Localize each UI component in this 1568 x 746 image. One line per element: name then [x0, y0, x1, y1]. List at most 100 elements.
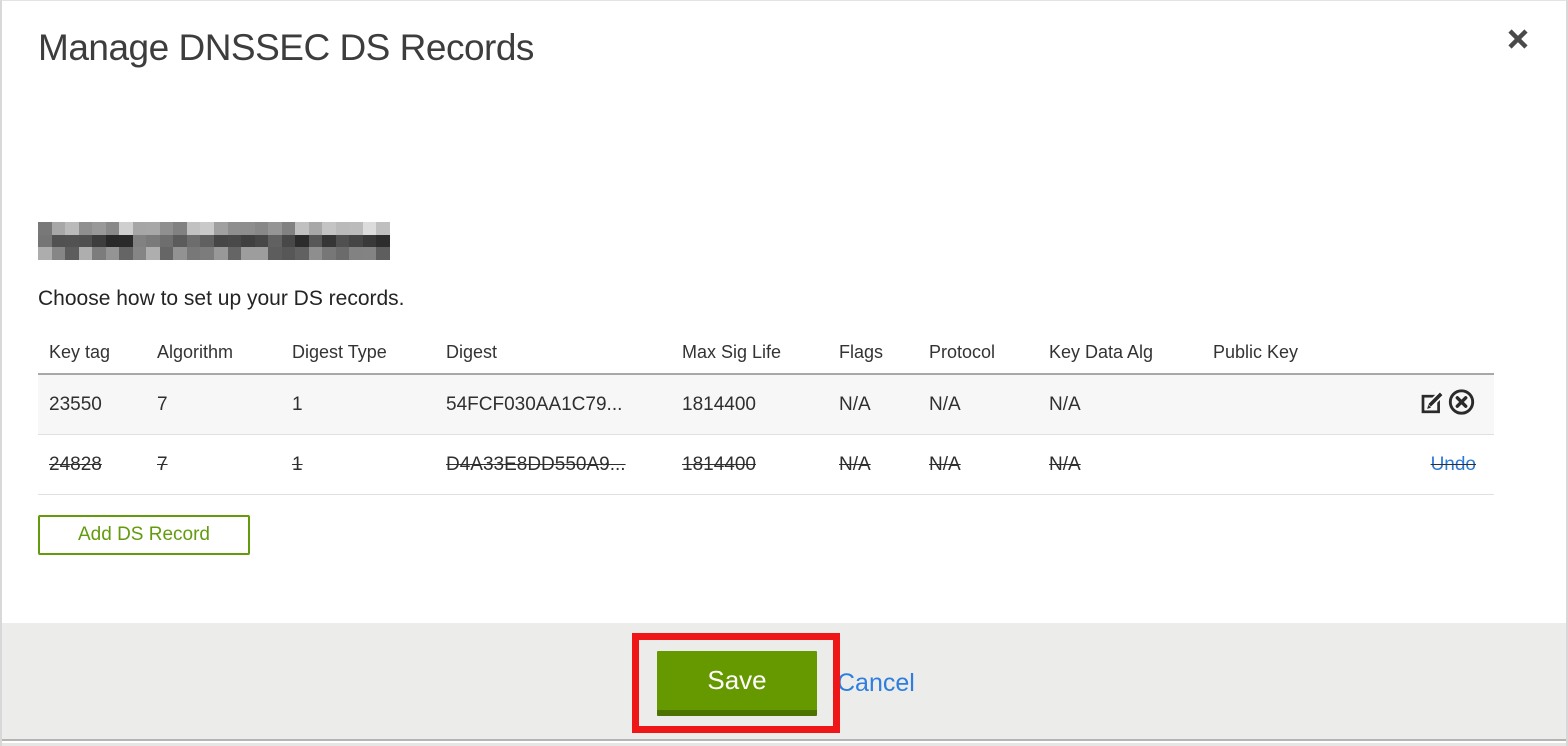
redaction-pixel: [200, 234, 214, 248]
redaction-pixel: [65, 234, 79, 248]
redaction-pixel: [119, 234, 133, 248]
redaction-pixel: [186, 247, 201, 260]
redaction-pixel: [376, 222, 390, 235]
row-actions: Undo: [1343, 454, 1494, 476]
save-button[interactable]: Save: [657, 651, 817, 716]
redaction-pixel: [335, 247, 350, 260]
col-key-data-alg: Key Data Alg: [1049, 341, 1154, 362]
table-row: 23550 7 1 54FCF030AA1C79... 1814400 N/A …: [38, 375, 1494, 435]
redaction-pixel: [200, 247, 214, 260]
redaction-pixel: [268, 234, 282, 248]
redaction-pixel: [92, 234, 106, 248]
redaction-pixel: [92, 247, 106, 260]
redaction-pixel: [92, 222, 106, 235]
col-algorithm: Algorithm: [157, 341, 234, 362]
cell-protocol: N/A: [929, 393, 961, 415]
redaction-pixel: [376, 234, 390, 248]
cell-digest: 54FCF030AA1C79...: [446, 393, 623, 415]
redaction-pixel: [132, 247, 147, 260]
cell-key-data-alg: N/A: [1049, 453, 1081, 475]
redaction-pixel: [308, 247, 323, 260]
redaction-pixel: [241, 247, 255, 260]
col-flags: Flags: [839, 341, 884, 362]
redaction-pixel: [146, 222, 160, 235]
redaction-pixel: [119, 222, 133, 235]
redaction-pixel: [322, 234, 336, 248]
redaction-pixel: [227, 222, 242, 235]
redaction-pixel: [38, 222, 52, 235]
redaction-pixel: [132, 222, 147, 235]
col-max-sig-life: Max Sig Life: [682, 341, 782, 362]
redaction-pixel: [51, 222, 66, 235]
redaction-pixel: [78, 222, 93, 235]
redaction-pixel: [376, 247, 390, 260]
redaction-pixel: [295, 222, 309, 235]
intro-text: Choose how to set up your DS records.: [38, 287, 405, 310]
cancel-link[interactable]: Cancel: [837, 669, 915, 698]
undo-link[interactable]: Undo: [1431, 454, 1476, 475]
close-icon[interactable]: [1500, 21, 1536, 57]
redaction-pixel: [349, 247, 363, 260]
redaction-pixel: [335, 222, 350, 235]
redaction-pixel: [362, 234, 377, 248]
redaction-pixel: [268, 247, 282, 260]
redaction-pixel: [308, 234, 323, 248]
redaction-pixel: [78, 247, 93, 260]
redaction-pixel: [78, 234, 93, 248]
redaction-pixel: [65, 247, 79, 260]
redaction-pixel: [254, 234, 269, 248]
redaction-pixel: [349, 222, 363, 235]
redaction-pixel: [214, 234, 228, 248]
redaction-pixel: [119, 247, 133, 260]
redaction-pixel: [146, 234, 160, 248]
redaction-pixel: [268, 222, 282, 235]
edit-icon[interactable]: [1420, 388, 1447, 421]
manage-dnssec-dialog: Manage DNSSEC DS Records Choose how to s…: [0, 0, 1568, 746]
col-digest: Digest: [446, 341, 498, 362]
redaction-pixel: [51, 247, 66, 260]
redaction-pixel: [241, 234, 255, 248]
redaction-pixel: [281, 222, 296, 235]
redaction-pixel: [38, 234, 52, 248]
redaction-pixel: [362, 247, 377, 260]
dialog-title: Manage DNSSEC DS Records: [38, 27, 534, 68]
redaction-pixel: [308, 222, 323, 235]
redaction-pixel: [65, 222, 79, 235]
redaction-pixel: [295, 247, 309, 260]
col-protocol: Protocol: [929, 341, 996, 362]
cell-digest: D4A33E8DD550A9...: [446, 453, 626, 475]
redaction-pixel: [200, 222, 214, 235]
redaction-pixel: [38, 247, 52, 260]
redaction-pixel: [105, 234, 120, 248]
delete-icon[interactable]: [1447, 387, 1476, 422]
cell-protocol: N/A: [929, 453, 961, 475]
row-actions: [1343, 387, 1494, 422]
redaction-pixel: [322, 247, 336, 260]
redaction-pixel: [254, 222, 269, 235]
table-header-row: Key tag Algorithm Digest Type Digest Max…: [38, 331, 1494, 375]
table-row-deleted: 24828 7 1 D4A33E8DD550A9... 1814400 N/A …: [38, 435, 1494, 495]
redaction-pixel: [132, 234, 147, 248]
cell-algorithm: 7: [157, 453, 168, 475]
redaction-pixel: [173, 247, 187, 260]
redaction-pixel: [159, 222, 174, 235]
redaction-pixel: [159, 234, 174, 248]
redaction-pixel: [173, 222, 187, 235]
redaction-pixel: [105, 247, 120, 260]
redaction-pixel: [159, 247, 174, 260]
redaction-pixel: [173, 234, 187, 248]
cell-flags: N/A: [839, 453, 871, 475]
redacted-domain: [38, 222, 390, 260]
redaction-pixel: [322, 222, 336, 235]
add-ds-record-button[interactable]: Add DS Record: [38, 515, 250, 555]
redaction-pixel: [241, 222, 255, 235]
redaction-pixel: [281, 234, 296, 248]
redaction-pixel: [146, 247, 160, 260]
cell-key-tag: 24828: [49, 453, 102, 475]
redaction-pixel: [362, 222, 377, 235]
cell-digest-type: 1: [292, 453, 303, 475]
redaction-pixel: [335, 234, 350, 248]
redaction-pixel: [214, 247, 228, 260]
col-digest-type: Digest Type: [292, 341, 387, 362]
redaction-pixel: [186, 222, 201, 235]
